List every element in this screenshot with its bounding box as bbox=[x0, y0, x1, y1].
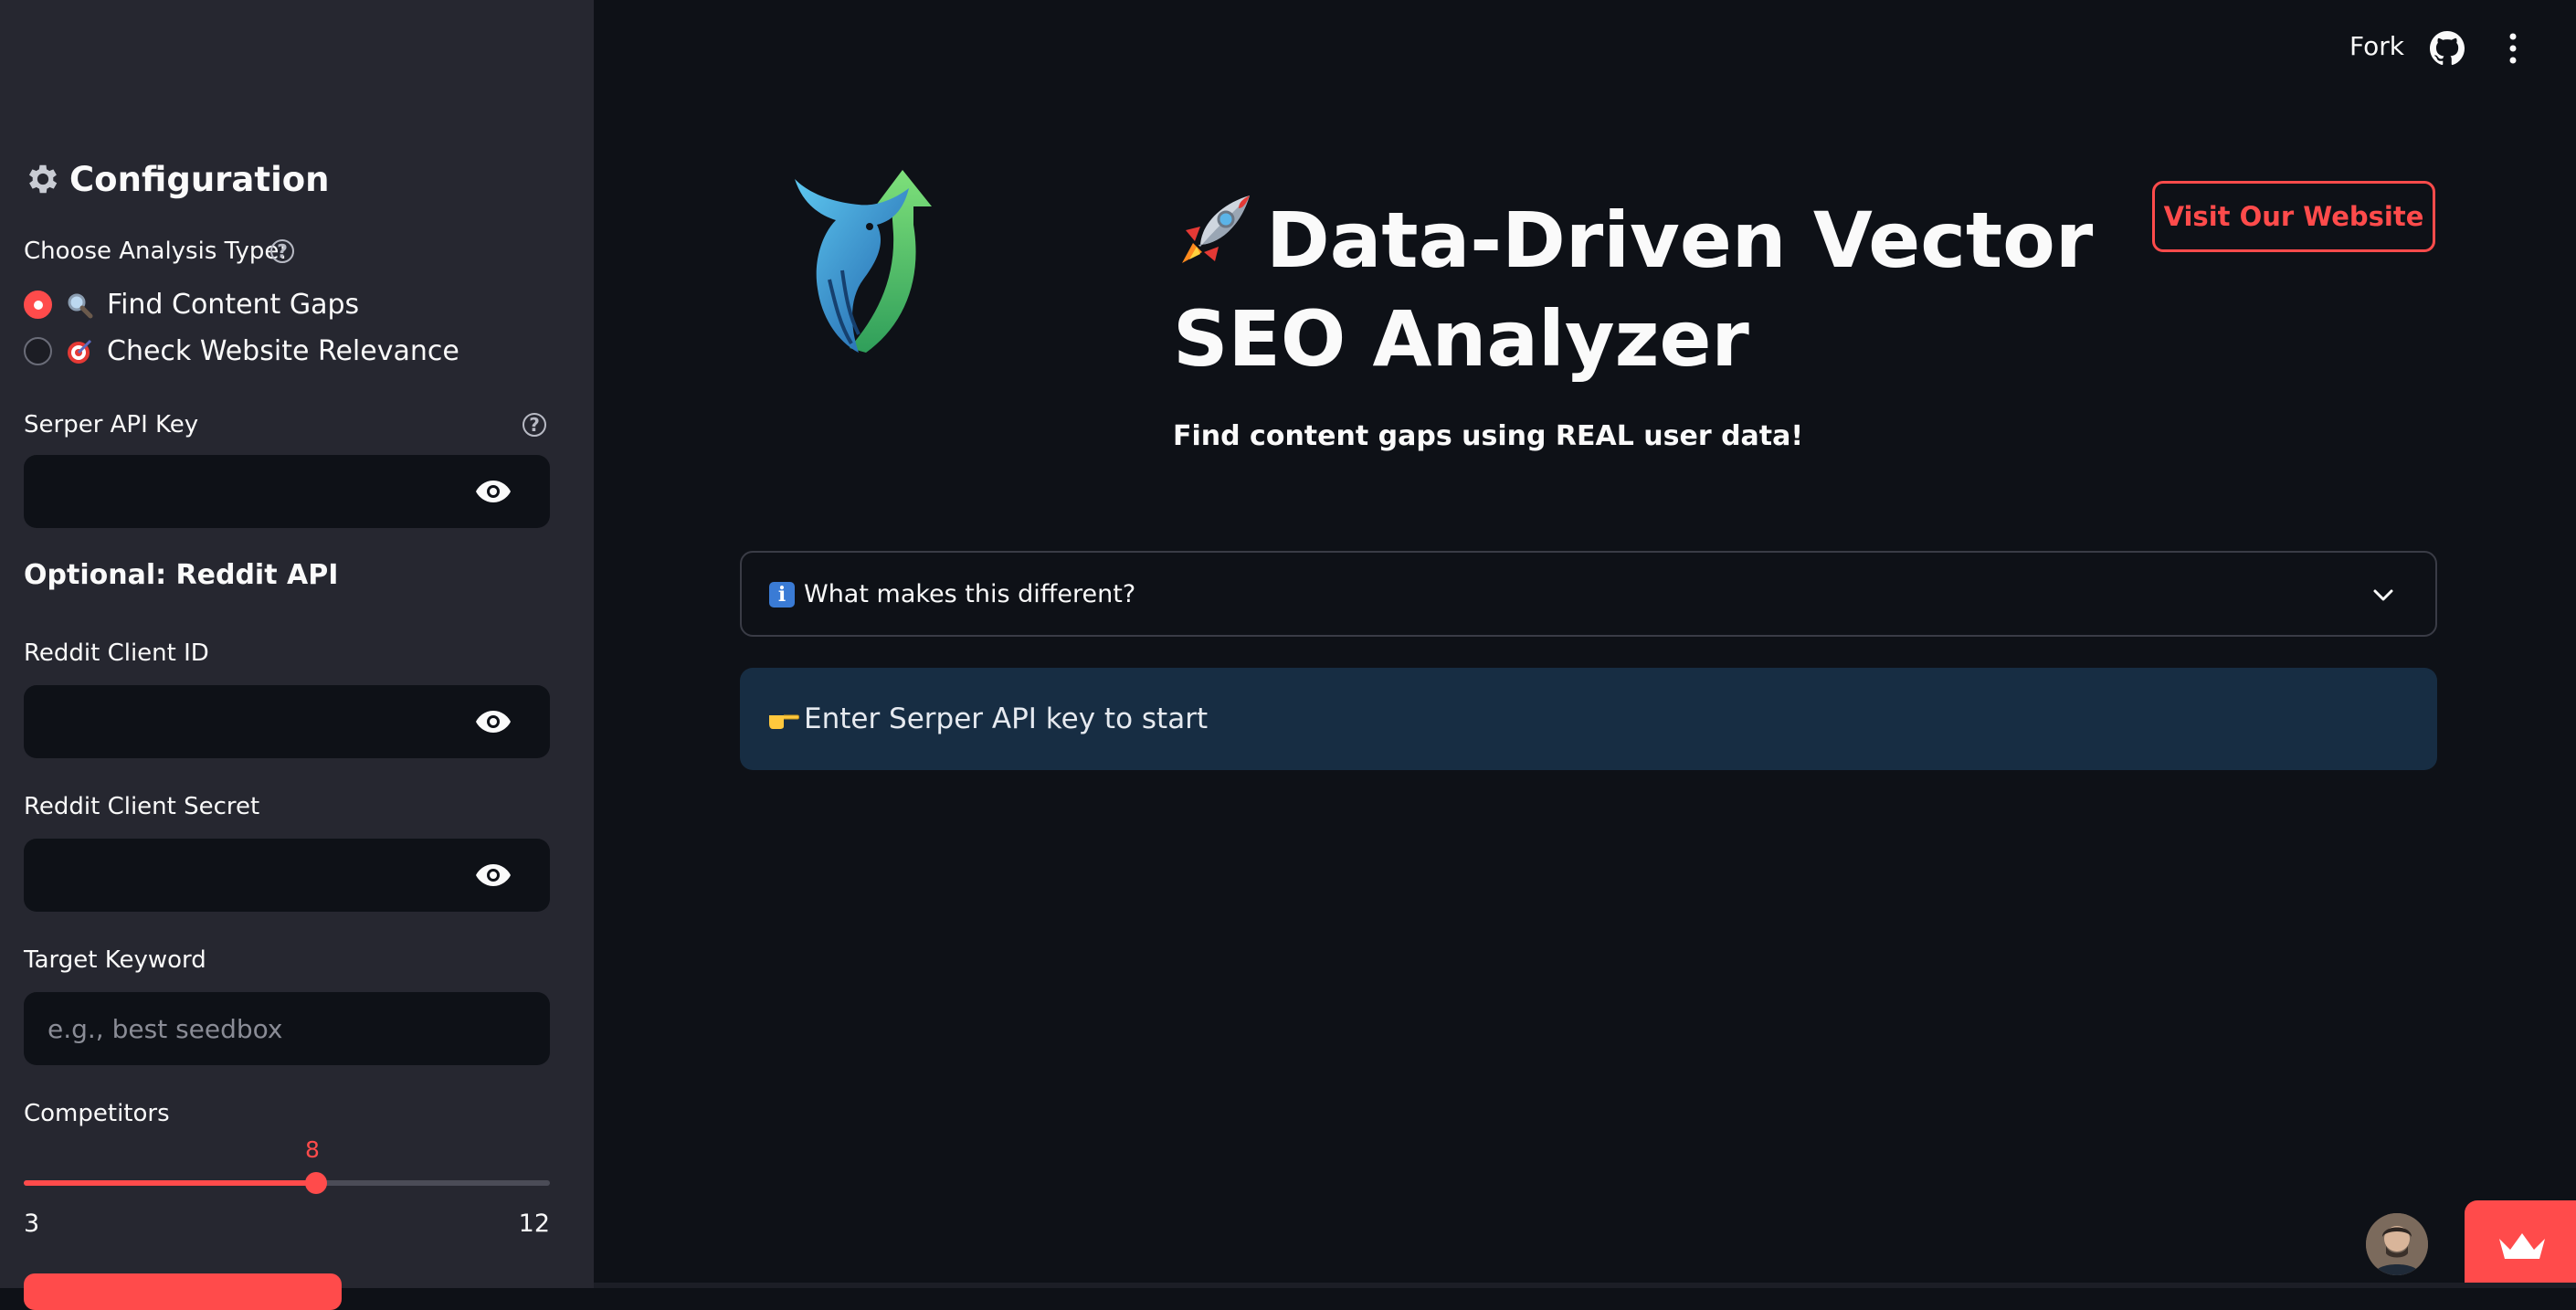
radio-button-selected[interactable] bbox=[24, 291, 52, 319]
competitors-slider-min: 3 bbox=[24, 1210, 40, 1238]
avatar[interactable] bbox=[2366, 1213, 2428, 1275]
fork-button[interactable]: Fork bbox=[2349, 31, 2404, 61]
competitors-slider-max: 12 bbox=[518, 1210, 550, 1238]
serper-api-key-label: Serper API Key bbox=[24, 411, 199, 438]
analysis-type-label: Choose Analysis Type: bbox=[24, 238, 288, 265]
sidebar-title: Configuration bbox=[24, 157, 330, 201]
radio-find-content-gaps[interactable]: Find Content Gaps bbox=[24, 289, 359, 321]
eye-icon[interactable] bbox=[475, 862, 512, 888]
sidebar-primary-button[interactable] bbox=[24, 1273, 342, 1310]
expander-label: What makes this different? bbox=[804, 580, 1136, 608]
sidebar-title-text: Configuration bbox=[69, 159, 330, 199]
radio-check-website-relevance[interactable]: Check Website Relevance bbox=[24, 335, 459, 367]
serper-api-key-input[interactable] bbox=[24, 455, 550, 528]
competitors-slider-value: 8 bbox=[305, 1136, 320, 1163]
radio-label: Check Website Relevance bbox=[107, 335, 459, 367]
competitors-slider-track[interactable] bbox=[24, 1172, 550, 1194]
reddit-client-secret-input[interactable] bbox=[24, 839, 550, 912]
sidebar: Configuration Choose Analysis Type: ? Fi… bbox=[0, 0, 594, 1310]
alert-text: Enter Serper API key to start bbox=[804, 703, 1209, 735]
streamlit-badge[interactable] bbox=[2465, 1200, 2576, 1288]
serper-api-key-field bbox=[24, 455, 550, 528]
visit-website-button[interactable]: Visit Our Website bbox=[2152, 181, 2435, 252]
eye-icon[interactable] bbox=[475, 709, 512, 734]
more-vertical-icon[interactable] bbox=[2503, 31, 2523, 66]
target-keyword-label: Target Keyword bbox=[24, 946, 206, 974]
target-keyword-input[interactable] bbox=[24, 992, 550, 1065]
page-subtitle: Find content gaps using REAL user data! bbox=[1173, 420, 1804, 452]
competitors-slider-thumb[interactable] bbox=[305, 1172, 327, 1194]
info-alert: Enter Serper API key to start bbox=[740, 668, 2437, 770]
reddit-client-id-label: Reddit Client ID bbox=[24, 639, 209, 667]
pointing-hand-icon bbox=[769, 714, 799, 729]
target-keyword-field bbox=[24, 992, 550, 1065]
page-title: Data-Driven Vector SEO Analyzer bbox=[1173, 190, 2105, 388]
eye-icon[interactable] bbox=[475, 479, 512, 504]
reddit-client-id-field bbox=[24, 685, 550, 758]
crown-icon bbox=[2499, 1233, 2545, 1259]
chevron-down-icon[interactable] bbox=[2371, 584, 2395, 606]
rocket-icon bbox=[1182, 195, 1250, 263]
what-makes-different-expander[interactable]: i What makes this different? bbox=[740, 551, 2437, 637]
github-icon[interactable] bbox=[2430, 31, 2465, 66]
info-icon: i bbox=[769, 582, 795, 607]
target-icon bbox=[68, 339, 92, 364]
reddit-section-heading: Optional: Reddit API bbox=[24, 559, 339, 591]
reddit-client-secret-field bbox=[24, 839, 550, 912]
reddit-client-id-input[interactable] bbox=[24, 685, 550, 758]
reddit-client-secret-label: Reddit Client Secret bbox=[24, 793, 260, 820]
analysis-help-icon[interactable]: ? bbox=[270, 239, 294, 263]
competitors-slider-fill bbox=[24, 1180, 316, 1186]
serper-help-icon[interactable]: ? bbox=[523, 413, 546, 437]
magnifier-icon bbox=[68, 293, 93, 318]
radio-button[interactable] bbox=[24, 337, 52, 365]
radio-label: Find Content Gaps bbox=[107, 289, 360, 321]
gear-icon bbox=[28, 164, 58, 194]
page-title-text: Data-Driven Vector SEO Analyzer bbox=[1173, 195, 2094, 384]
bull-arrow-logo bbox=[795, 170, 932, 353]
competitors-label: Competitors bbox=[24, 1100, 170, 1127]
bottom-scrollbar bbox=[594, 1283, 2576, 1288]
